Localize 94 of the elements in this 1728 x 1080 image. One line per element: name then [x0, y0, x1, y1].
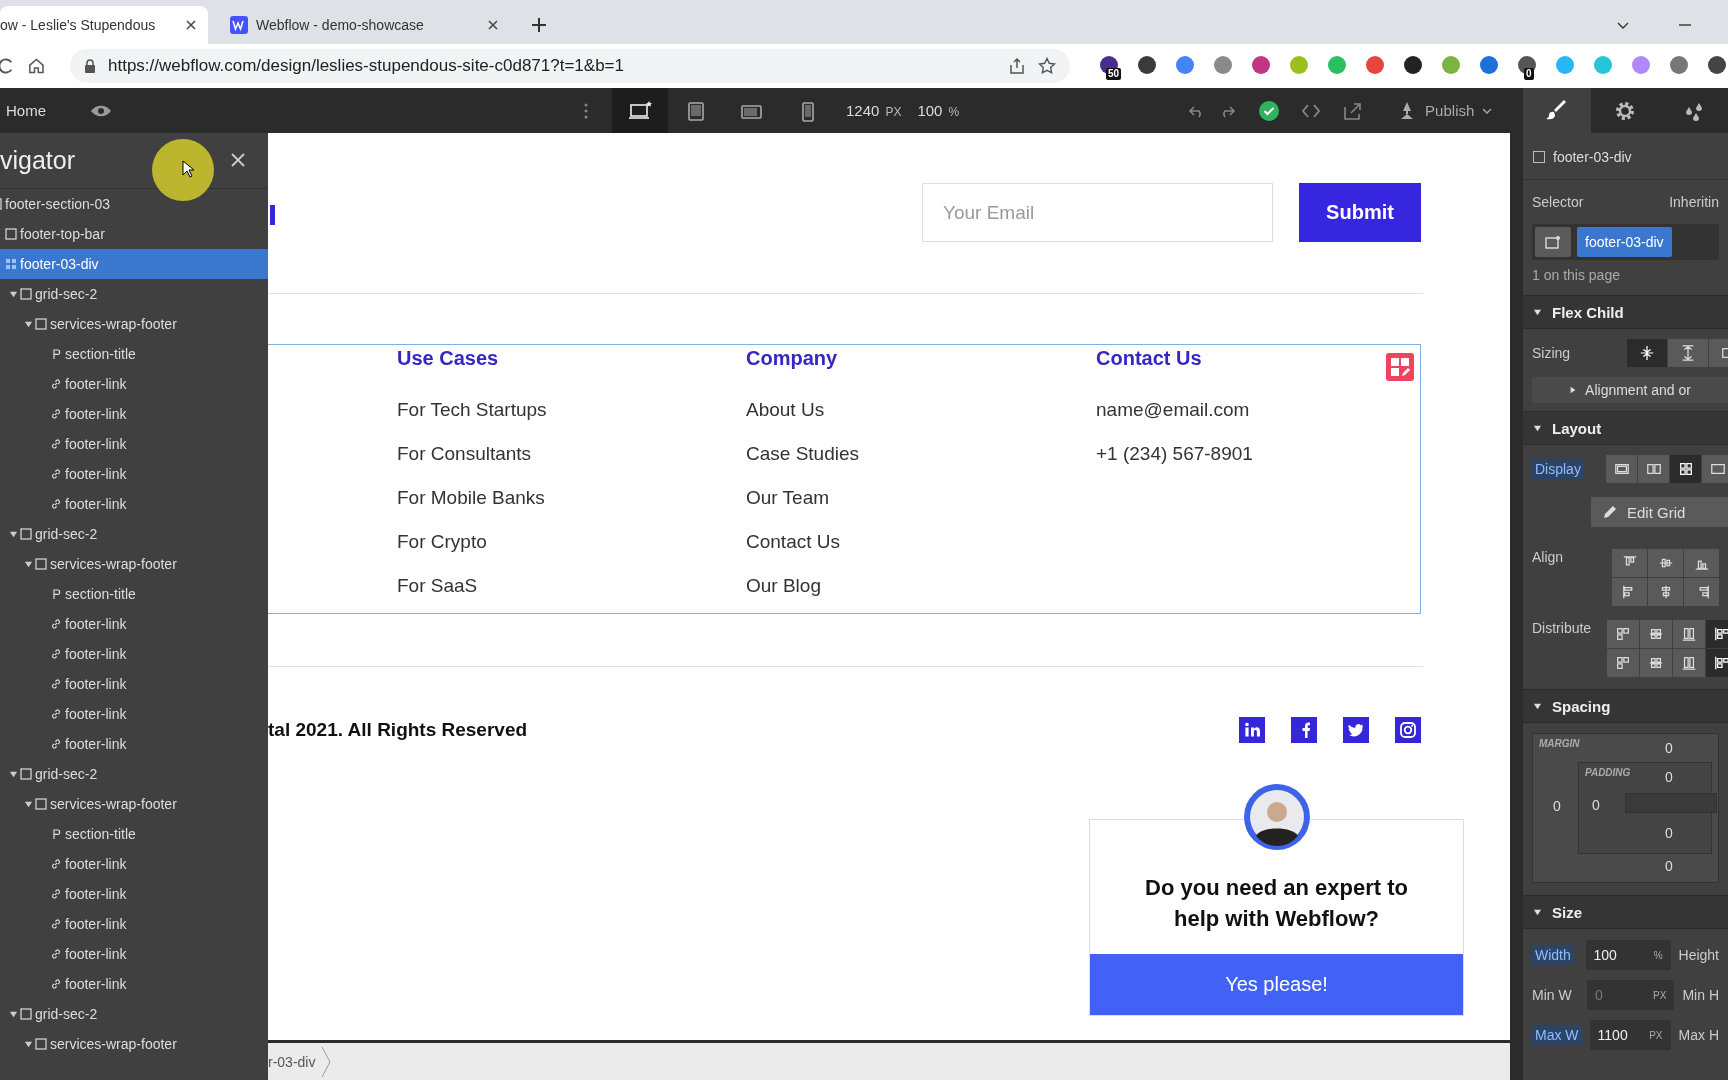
extension-badge: 0 — [1524, 68, 1534, 80]
navigator-item[interactable]: footer-link — [0, 729, 268, 759]
sizing-label: Sizing — [1532, 345, 1571, 361]
yes-button[interactable]: Yes please! — [1090, 954, 1463, 1015]
column-title: Contact Us — [1096, 346, 1202, 371]
footer-link[interactable]: Contact Us — [746, 530, 840, 574]
inheriting-label: Inheritin — [1669, 194, 1719, 210]
footer-link[interactable]: Case Studies — [746, 442, 859, 486]
size-label: Width — [1532, 945, 1574, 965]
navigator-item[interactable]: footer-link — [0, 969, 268, 999]
canvas-width[interactable]: 1240 — [846, 102, 880, 119]
size-label: Max H — [1678, 1027, 1719, 1043]
navigator-item[interactable]: footer-link — [0, 909, 268, 939]
browser-tab[interactable]: Webflow - demo-showcase — [220, 6, 510, 44]
usage-count: 1 on this page — [1531, 266, 1621, 285]
navigator-item[interactable]: footer-link — [0, 489, 268, 519]
navigator-item[interactable]: services-wrap-footer — [0, 1029, 268, 1059]
padding-top-value[interactable]: 0 — [1665, 769, 1673, 785]
navigator-item[interactable]: footer-link — [0, 849, 268, 879]
navigator-item[interactable]: footer-link — [0, 639, 268, 669]
selector-label: Selector — [1532, 194, 1584, 210]
size-label: Height — [1678, 947, 1719, 963]
zoom-unit: % — [948, 105, 960, 119]
address-bar[interactable]: https://webflow.com/design/leslies-stupendous-site-c0d871?t=1&b=1 — [70, 49, 1070, 83]
footer-link[interactable]: Our Blog — [746, 574, 821, 618]
padding-bottom-value[interactable]: 0 — [1665, 825, 1673, 841]
element-name: footer-03-div — [1553, 149, 1632, 165]
navigator-item[interactable]: section-title — [0, 339, 268, 369]
email-field[interactable]: Your Email — [922, 183, 1273, 242]
publish-button[interactable]: Publish — [1391, 99, 1499, 122]
navigator-item[interactable]: section-title — [0, 819, 268, 849]
navigator-item[interactable]: services-wrap-footer — [0, 789, 268, 819]
padding-label: PADDING — [1585, 767, 1631, 778]
extension-badge: 50 — [1106, 68, 1122, 80]
home-button[interactable]: Home — [0, 102, 52, 119]
section-header[interactable]: Spacing — [1523, 689, 1728, 723]
class-chip[interactable]: footer-03-div — [1577, 227, 1672, 257]
footer-link[interactable]: Our Team — [746, 486, 830, 530]
footer-link[interactable]: For Mobile Banks — [397, 486, 545, 530]
navigator-item[interactable]: grid-sec-2 — [0, 279, 268, 309]
size-label: Min W — [1532, 987, 1572, 1003]
navigator-item[interactable]: footer-link — [0, 369, 268, 399]
navigator-item[interactable]: footer-link — [0, 609, 268, 639]
column-title: Company — [746, 346, 838, 371]
align-label: Align — [1532, 549, 1564, 565]
size-field[interactable]: 1100 PX — [1589, 1020, 1671, 1050]
navigator-title: vigator — [0, 146, 76, 175]
navigator-item[interactable]: footer-section-03 — [0, 189, 268, 219]
navigator-item[interactable]: footer-link — [0, 459, 268, 489]
margin-left-value[interactable]: 0 — [1553, 798, 1561, 814]
size-field[interactable]: 0 PX — [1587, 980, 1675, 1010]
navigator-item[interactable]: footer-top-bar — [0, 219, 268, 249]
navigator-item[interactable]: grid-sec-2 — [0, 759, 268, 789]
navigator-item[interactable]: services-wrap-footer — [0, 549, 268, 579]
navigator-item[interactable]: footer-link — [0, 429, 268, 459]
display-label: Display — [1532, 459, 1584, 479]
margin-top-value[interactable]: 0 — [1665, 740, 1673, 756]
section-header[interactable]: Layout — [1523, 411, 1728, 445]
section-header[interactable]: Flex Child — [1523, 295, 1728, 329]
zoom-value[interactable]: 100 — [917, 102, 943, 119]
alignment-toggle[interactable]: Alignment and or — [1532, 377, 1728, 403]
width-unit: PX — [885, 105, 902, 119]
distribute-label: Distribute — [1532, 620, 1592, 636]
footer-link[interactable]: For Crypto — [397, 530, 487, 574]
navigator-item[interactable]: footer-link — [0, 879, 268, 909]
section-header[interactable]: Size — [1523, 895, 1728, 929]
size-label: Min H — [1682, 987, 1719, 1003]
breadcrumb-item[interactable]: r-03-div — [268, 1043, 332, 1080]
navigator-item[interactable]: footer-link — [0, 939, 268, 969]
footer-link[interactable]: name@email.com — [1096, 398, 1250, 442]
footer-link[interactable]: For SaaS — [397, 574, 478, 618]
margin-bottom-value[interactable]: 0 — [1665, 858, 1673, 874]
navigator-item[interactable]: section-title — [0, 579, 268, 609]
navigator-item[interactable]: footer-link — [0, 399, 268, 429]
margin-label: MARGIN — [1539, 738, 1580, 749]
footer-link[interactable]: +1 (234) 567-8901 — [1096, 442, 1253, 486]
navigator-item[interactable]: footer-link — [0, 699, 268, 729]
browser-tab[interactable]: ow - Leslie's Stupendous — [0, 6, 208, 44]
footer-link[interactable]: For Tech Startups — [397, 398, 547, 442]
submit-button[interactable]: Submit — [1299, 183, 1421, 242]
navigator-item[interactable]: grid-sec-2 — [0, 519, 268, 549]
navigator-item[interactable]: services-wrap-footer — [0, 309, 268, 339]
padding-left-value[interactable]: 0 — [1592, 797, 1600, 813]
edit-grid-button[interactable]: Edit Grid — [1591, 497, 1728, 527]
size-field[interactable]: 100 % — [1585, 940, 1671, 970]
column-title: Use Cases — [397, 346, 499, 371]
footer-link[interactable]: About Us — [746, 398, 825, 442]
navigator-item[interactable]: footer-03-div — [0, 249, 268, 279]
footer-link[interactable]: For Consultants — [397, 442, 532, 486]
copyright-text: tal 2021. All Rights Reserved — [268, 719, 528, 741]
card-heading: Do you need an expert to help with Webflow? — [1144, 874, 1409, 933]
navigator-item[interactable]: grid-sec-2 — [0, 999, 268, 1029]
navigator-item[interactable]: footer-link — [0, 669, 268, 699]
size-label: Max W — [1532, 1025, 1582, 1045]
